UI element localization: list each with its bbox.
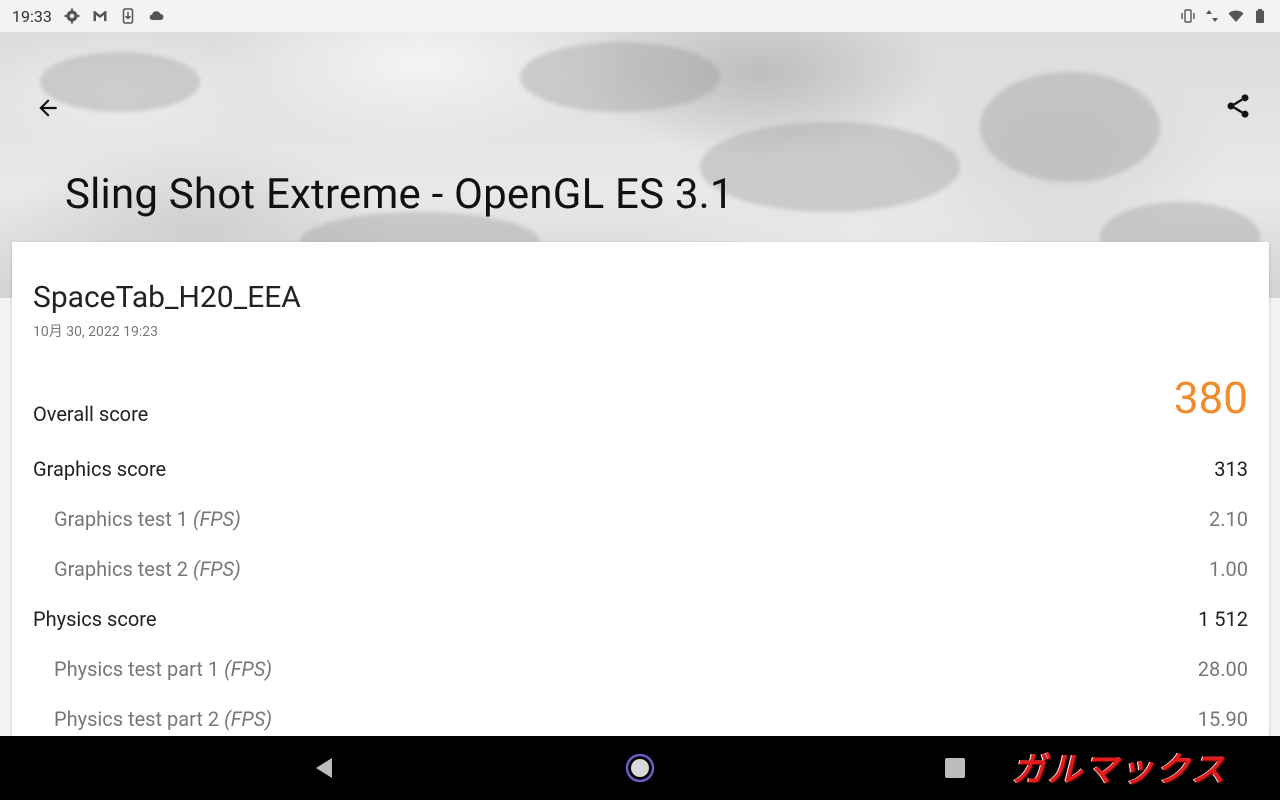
battery-icon — [1252, 8, 1268, 24]
physics-score-value: 1 512 — [1198, 607, 1248, 631]
gmail-icon — [92, 8, 108, 24]
page-title: Sling Shot Extreme - OpenGL ES 3.1 — [65, 170, 734, 219]
graphics-test-value: 2.10 — [1209, 507, 1248, 531]
graphics-score-value: 313 — [1214, 457, 1248, 481]
arrow-back-icon — [39, 99, 57, 117]
overall-score-label: Overall score — [33, 402, 149, 426]
physics-score-row: Physics score 1 512 — [12, 599, 1269, 639]
hero-texture — [980, 72, 1160, 182]
overall-score-row: Overall score 380 — [12, 372, 1269, 434]
physics-score-label: Physics score — [33, 607, 157, 631]
result-date: 10月 30, 2022 19:23 — [33, 324, 158, 340]
nav-back-button[interactable] — [304, 748, 344, 788]
physics-test-label: Physics test part 2 (FPS) — [54, 707, 272, 731]
physics-test-row: Physics test part 1 (FPS) 28.00 — [12, 649, 1269, 689]
share-button[interactable] — [1222, 90, 1254, 122]
graphics-test-label: Graphics test 2 (FPS) — [54, 557, 241, 581]
nav-recents-button[interactable] — [935, 748, 975, 788]
overall-score-value: 380 — [1173, 372, 1248, 424]
system-nav-bar: ガルマックス — [0, 736, 1280, 800]
nav-recents-icon — [945, 758, 965, 778]
cloud-icon — [148, 8, 164, 24]
graphics-test-row: Graphics test 2 (FPS) 1.00 — [12, 549, 1269, 589]
nav-back-icon — [316, 758, 332, 778]
download-icon — [120, 8, 136, 24]
hero-texture — [520, 42, 720, 112]
nav-home-icon — [625, 753, 655, 783]
wifi-icon — [1228, 8, 1244, 24]
status-time: 19:33 — [12, 6, 52, 26]
physics-test-value: 15.90 — [1197, 707, 1248, 731]
back-button[interactable] — [30, 92, 66, 124]
graphics-test-row: Graphics test 1 (FPS) 2.10 — [12, 499, 1269, 539]
physics-test-value: 28.00 — [1197, 657, 1248, 681]
gear-icon — [64, 8, 80, 24]
watermark-logo: ガルマックス — [1012, 750, 1227, 790]
result-card: SpaceTab_H20_EEA 10月 30, 2022 19:23 Over… — [12, 242, 1269, 736]
share-icon — [1227, 94, 1249, 118]
graphics-score-label: Graphics score — [33, 457, 167, 481]
nav-home-button[interactable] — [620, 748, 660, 788]
graphics-test-label: Graphics test 1 (FPS) — [54, 507, 241, 531]
vibrate-icon — [1180, 8, 1196, 24]
status-bar: 19:33 — [0, 0, 1280, 32]
graphics-test-value: 1.00 — [1209, 557, 1248, 581]
hero-texture — [700, 122, 960, 212]
data-arrows-icon — [1204, 8, 1220, 24]
device-name: SpaceTab_H20_EEA — [33, 280, 301, 315]
graphics-score-row: Graphics score 313 — [12, 449, 1269, 489]
physics-test-row: Physics test part 2 (FPS) 15.90 — [12, 699, 1269, 739]
physics-test-label: Physics test part 1 (FPS) — [54, 657, 272, 681]
